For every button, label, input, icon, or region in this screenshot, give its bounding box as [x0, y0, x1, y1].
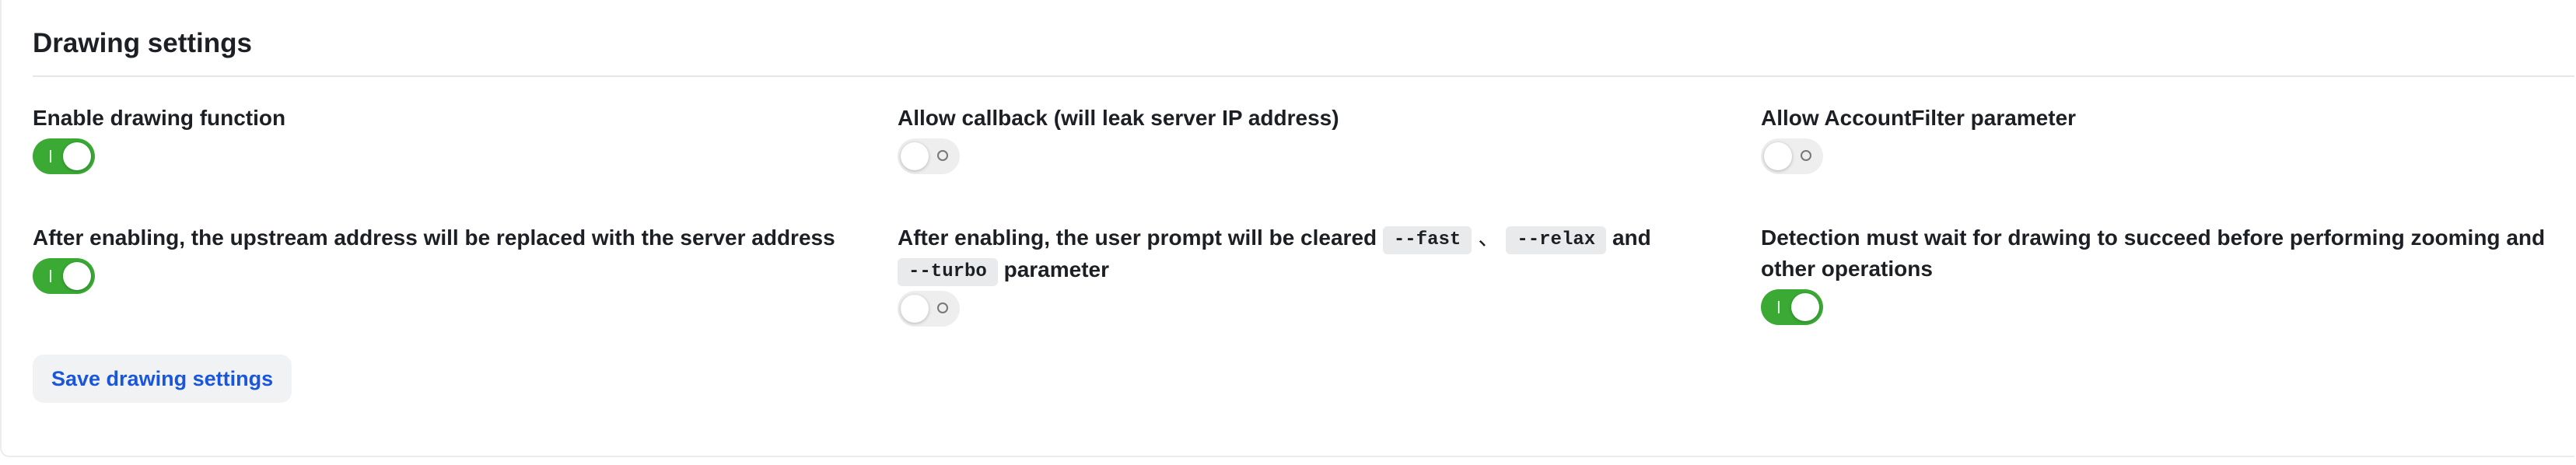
- clear-prompt-suffix: parameter: [1003, 257, 1110, 281]
- code-turbo: --turbo: [898, 258, 998, 286]
- allow-accountfilter-toggle[interactable]: [1761, 138, 1823, 174]
- code-relax: --relax: [1506, 226, 1607, 254]
- toggle-knob: [63, 142, 91, 170]
- clear-prompt-params-label: After enabling, the user prompt will be …: [898, 222, 1675, 286]
- field-clear-prompt-params: After enabling, the user prompt will be …: [898, 222, 1675, 327]
- wait-for-success-toggle[interactable]: [1761, 289, 1823, 325]
- toggle-knob: [901, 142, 929, 170]
- clear-prompt-params-toggle[interactable]: [898, 291, 960, 327]
- toggle-knob: [1791, 293, 1819, 321]
- drawing-settings-card: Drawing settings Enable drawing function…: [0, 0, 2574, 457]
- enable-drawing-label: Enable drawing function: [33, 106, 286, 130]
- toggle-on-indicator-icon: [50, 270, 51, 282]
- toggle-off-indicator-icon: [1801, 150, 1811, 161]
- field-replace-upstream: After enabling, the upstream address wil…: [33, 222, 873, 294]
- toggle-knob: [901, 295, 929, 323]
- toggle-knob: [1764, 142, 1792, 170]
- allow-callback-label: Allow callback (will leak server IP addr…: [898, 106, 1339, 130]
- toggle-knob: [63, 262, 91, 290]
- allow-callback-toggle[interactable]: [898, 138, 960, 174]
- separator: 、: [1478, 226, 1500, 250]
- section-title: Drawing settings: [33, 28, 252, 58]
- field-allow-callback: Allow callback (will leak server IP addr…: [898, 103, 1738, 174]
- allow-accountfilter-label: Allow AccountFilter parameter: [1761, 106, 2077, 130]
- clear-prompt-prefix: After enabling, the user prompt will be …: [898, 226, 1377, 250]
- field-enable-drawing: Enable drawing function: [33, 103, 873, 174]
- replace-upstream-label: After enabling, the upstream address wil…: [33, 226, 835, 250]
- save-drawing-settings-button[interactable]: Save drawing settings: [33, 355, 292, 403]
- code-fast: --fast: [1382, 226, 1472, 254]
- replace-upstream-toggle[interactable]: [33, 258, 95, 294]
- conjunction-text: and: [1612, 226, 1651, 250]
- toggle-off-indicator-icon: [937, 150, 948, 161]
- toggle-on-indicator-icon: [1778, 301, 1780, 313]
- section-divider: [33, 75, 2574, 77]
- field-allow-accountfilter: Allow AccountFilter parameter: [1761, 103, 2576, 174]
- enable-drawing-toggle[interactable]: [33, 138, 95, 174]
- toggle-on-indicator-icon: [50, 150, 51, 163]
- field-wait-for-success: Detection must wait for drawing to succe…: [1761, 222, 2570, 325]
- toggle-off-indicator-icon: [937, 302, 948, 313]
- wait-for-success-label: Detection must wait for drawing to succe…: [1761, 226, 2546, 281]
